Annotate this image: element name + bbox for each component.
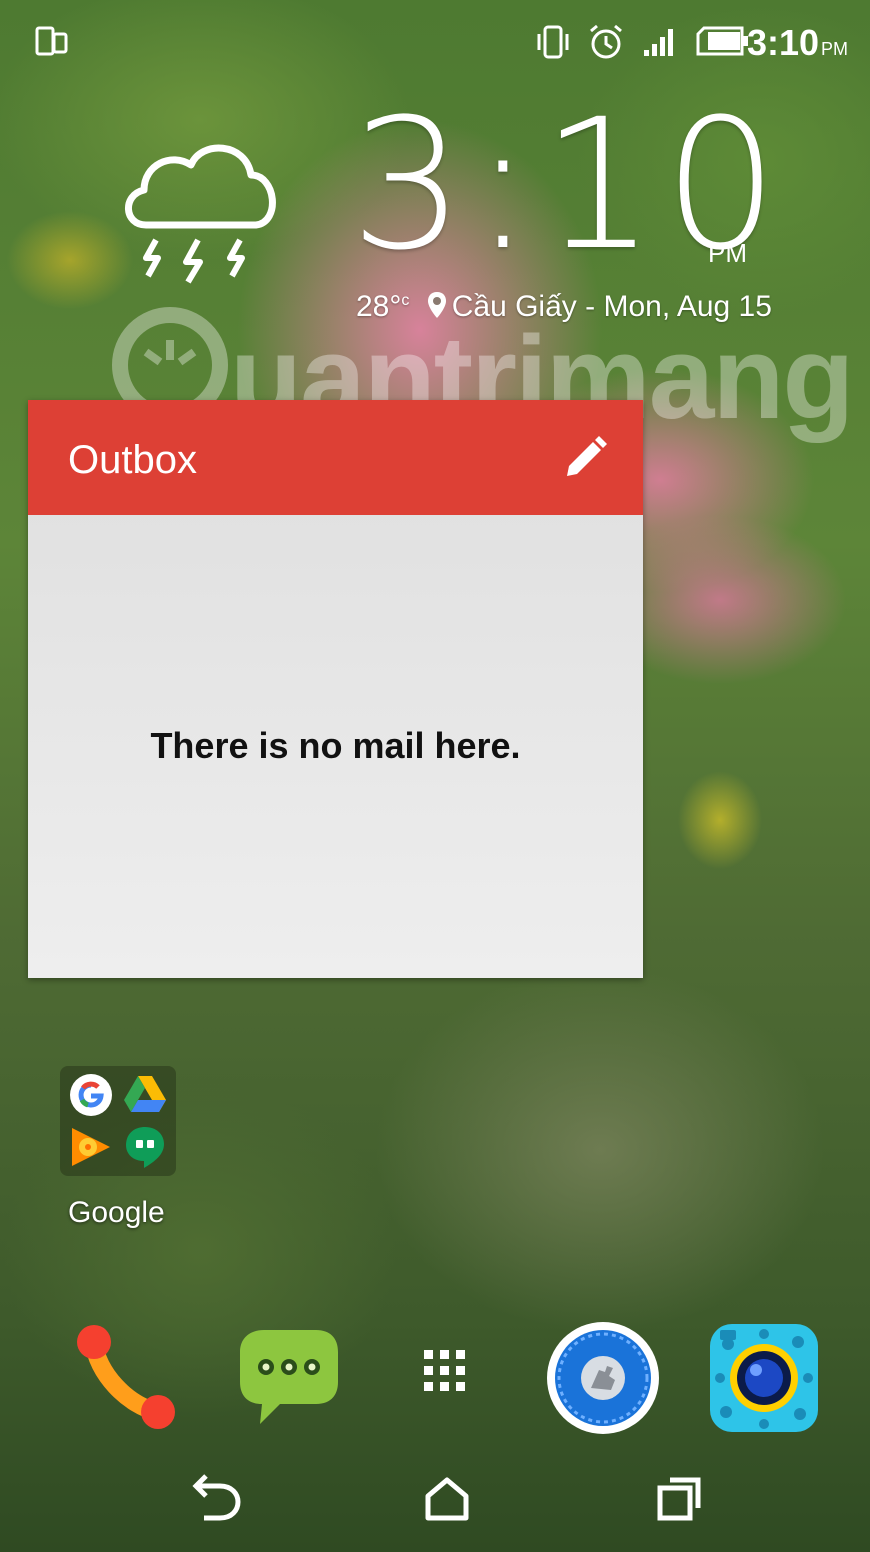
location-name: Cầu Giấy [451,290,577,323]
clean-master-icon[interactable] [545,1320,661,1436]
temperature-unit: c [401,292,410,309]
home-icon[interactable] [412,1468,482,1528]
camera-icon[interactable] [706,1320,822,1436]
temperature: 28° [356,290,402,323]
google-drive-icon [124,1076,166,1112]
outbox-header: Outbox [28,400,643,515]
back-icon[interactable] [180,1468,250,1528]
outbox-title[interactable]: Outbox [68,438,197,483]
outbox-empty-message: There is no mail here. [150,725,521,766]
weather-info[interactable]: 28°c Cầu Giấy - Mon, Aug 15 [356,290,772,324]
compose-pencil-icon[interactable] [559,434,609,484]
location-pin-icon [427,292,446,318]
alarm-icon [590,24,622,59]
google-play-music-icon [72,1128,110,1166]
battery-icon [696,26,748,56]
hangouts-icon [126,1127,164,1168]
google-search-icon [70,1074,112,1116]
vibrate-icon [537,25,569,59]
outbox-widget[interactable]: Outbox There is no mail here. [28,400,643,978]
recents-icon[interactable] [646,1468,716,1528]
status-time-value: 3:10 [746,22,819,63]
status-time: 3:10 PM [747,22,848,64]
google-folder-label: Google [68,1196,165,1229]
status-bar: 3:10 PM [0,0,870,84]
screen-mirror-icon [35,26,68,56]
thunderstorm-icon[interactable] [116,130,286,290]
date-label: Mon, Aug 15 [603,290,772,323]
signal-icon [644,29,673,56]
phone-icon[interactable] [72,1320,188,1436]
messaging-icon[interactable] [230,1320,346,1436]
status-time-ampm: PM [821,39,848,59]
clock-ampm: PM [708,238,747,268]
google-folder[interactable] [60,1066,176,1176]
app-drawer-icon[interactable] [386,1320,502,1436]
